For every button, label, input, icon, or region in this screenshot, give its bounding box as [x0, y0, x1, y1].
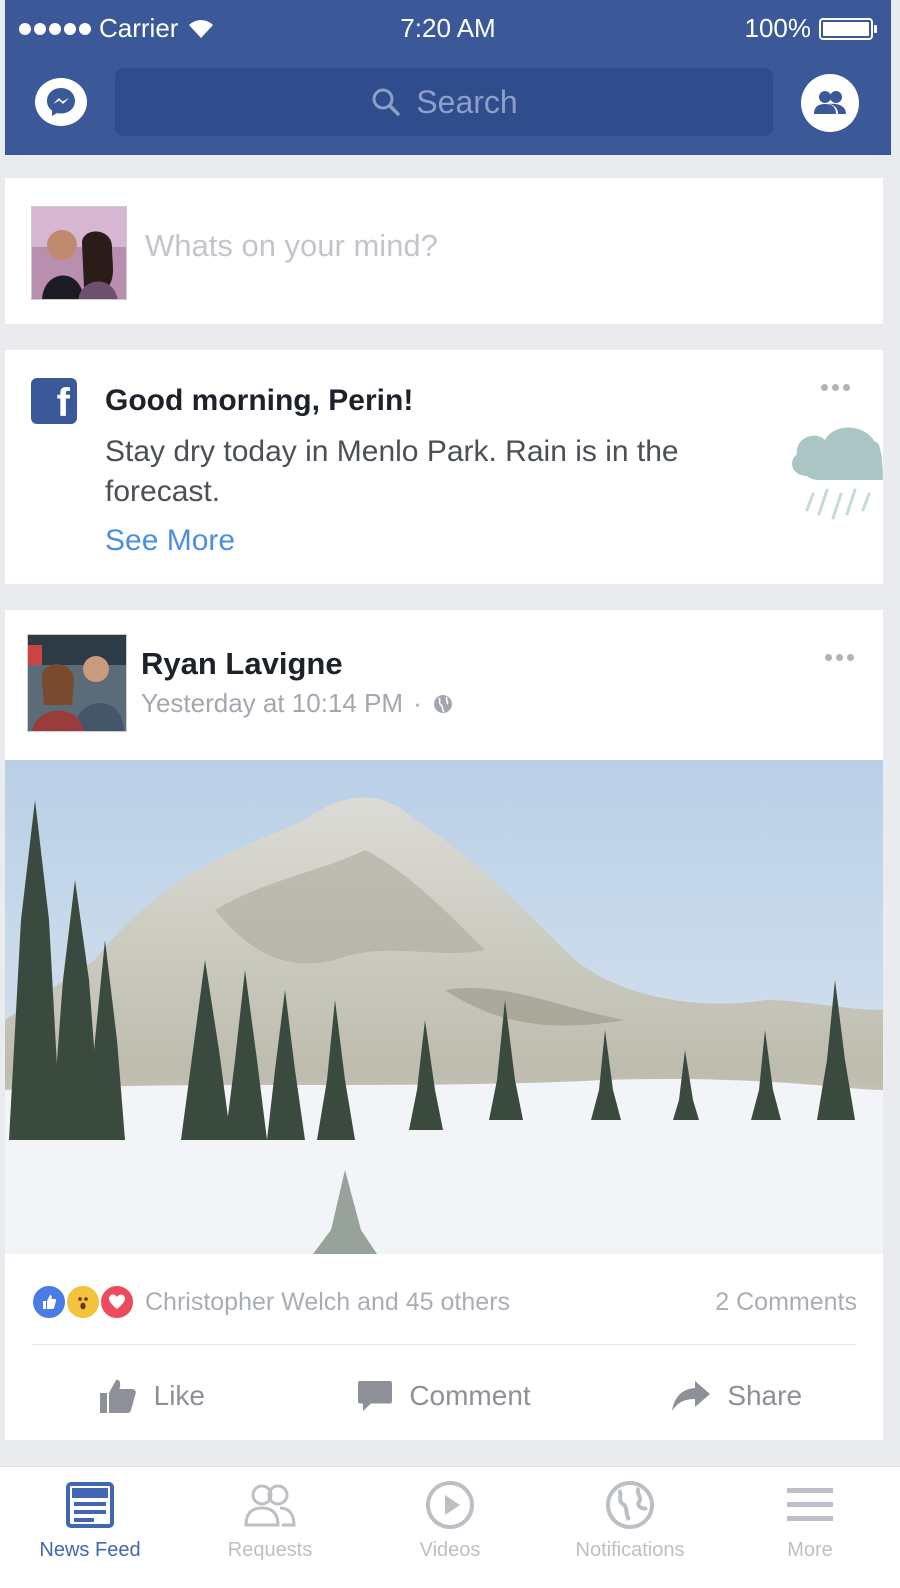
- tab-label: Notifications: [575, 1539, 685, 1561]
- feed-post: Ryan Lavigne Yesterday at 10:14 PM · Chr…: [5, 610, 883, 1440]
- friend-requests-icon: [814, 91, 846, 114]
- messenger-icon: [47, 88, 75, 116]
- tab-label: Videos: [419, 1539, 481, 1561]
- news-feed-icon: [66, 1482, 114, 1528]
- status-bar: Carrier 7:20 AM 100%: [5, 0, 891, 56]
- battery-percent: 100%: [744, 13, 812, 43]
- facebook-icon: f: [31, 378, 77, 424]
- more-menu-icon: [787, 1488, 833, 1521]
- rain-cloud-icon: [792, 427, 883, 520]
- post-author-name[interactable]: Ryan Lavigne: [141, 646, 343, 682]
- post-meta: Yesterday at 10:14 PM ·: [141, 688, 454, 719]
- tab-notifications[interactable]: Notifications: [540, 1467, 720, 1588]
- see-more-link[interactable]: See More: [105, 524, 235, 558]
- meta-separator: ·: [413, 688, 422, 718]
- greeting-body: Stay dry today in Menlo Park. Rain is in…: [105, 435, 679, 508]
- comment-button[interactable]: Comment: [298, 1356, 591, 1436]
- tab-label: More: [787, 1539, 833, 1561]
- author-avatar[interactable]: [27, 634, 127, 732]
- tab-label: Requests: [227, 1539, 313, 1561]
- like-button[interactable]: Like: [5, 1356, 298, 1436]
- tab-more[interactable]: More: [720, 1467, 900, 1588]
- post-divider: [31, 1344, 857, 1345]
- greeting-title: Good morning, Perin!: [105, 384, 414, 417]
- battery-status: 100%: [744, 13, 877, 44]
- tab-requests[interactable]: Requests: [180, 1467, 360, 1588]
- like-reaction-icon: [31, 1284, 67, 1320]
- tab-news-feed[interactable]: News Feed: [0, 1467, 180, 1588]
- status-composer[interactable]: Whats on your mind?: [5, 178, 883, 324]
- greeting-options-icon[interactable]: [821, 384, 853, 392]
- greeting-card: f Good morning, Perin! Stay dry today in…: [5, 350, 883, 584]
- like-icon: [99, 1379, 136, 1413]
- comment-label: Comment: [409, 1380, 531, 1411]
- post-options-icon[interactable]: [825, 654, 857, 662]
- notifications-icon: [606, 1481, 654, 1529]
- search-icon: [372, 88, 401, 116]
- bottom-tab-bar: News Feed Requests Videos Notifications …: [0, 1466, 900, 1588]
- comments-count[interactable]: 2 Comments: [715, 1288, 857, 1317]
- post-timestamp[interactable]: Yesterday at 10:14 PM: [141, 688, 403, 719]
- share-label: Share: [727, 1380, 803, 1411]
- friend-requests-button[interactable]: [801, 74, 859, 132]
- tab-label: News Feed: [39, 1539, 141, 1561]
- post-actions: Like Comment Share: [5, 1356, 883, 1436]
- top-navigation-bar: Carrier 7:20 AM 100% Search: [5, 0, 891, 155]
- search-bar[interactable]: Search: [115, 68, 773, 136]
- like-label: Like: [153, 1380, 206, 1411]
- search-placeholder: Search: [416, 83, 518, 120]
- post-photo[interactable]: [5, 760, 883, 1254]
- requests-icon: [244, 1484, 296, 1527]
- tab-videos[interactable]: Videos: [360, 1467, 540, 1588]
- comment-icon: [358, 1381, 393, 1411]
- love-reaction-icon: [99, 1284, 135, 1320]
- reactions-summary[interactable]: Christopher Welch and 45 others 2 Commen…: [31, 1282, 857, 1322]
- composer-prompt[interactable]: Whats on your mind?: [145, 228, 438, 264]
- wow-reaction-icon: [65, 1284, 101, 1320]
- battery-icon: [819, 17, 877, 40]
- videos-icon: [426, 1481, 474, 1529]
- user-avatar: [31, 206, 127, 300]
- reactions-text[interactable]: Christopher Welch and 45 others: [145, 1288, 510, 1317]
- share-icon: [672, 1381, 711, 1411]
- messenger-button[interactable]: [35, 78, 87, 126]
- share-button[interactable]: Share: [590, 1356, 883, 1436]
- globe-icon: [433, 694, 452, 713]
